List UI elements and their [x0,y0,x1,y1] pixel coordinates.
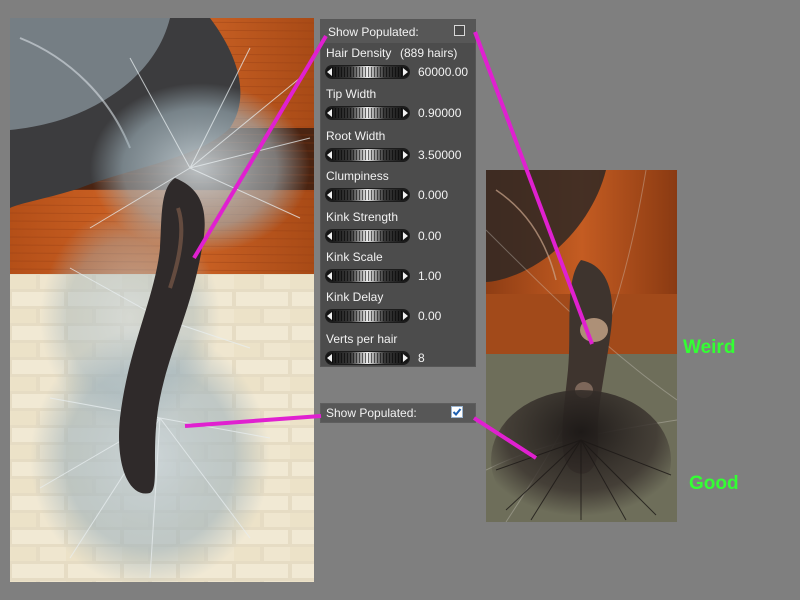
param-label: Clumpiness [326,169,389,183]
render-right-closeup [486,170,677,522]
slider-left-arrow-icon[interactable] [327,68,332,76]
param-verts-per-hair: Verts per hair 8 [320,332,476,370]
param-value[interactable]: 0.90000 [418,106,461,120]
param-label: Kink Scale [326,250,383,264]
param-kink-strength: Kink Strength 0.00 [320,210,476,248]
hair-count: (889 hairs) [400,46,458,60]
slider-right-arrow-icon[interactable] [403,312,408,320]
slider-right-arrow-icon[interactable] [403,354,408,362]
slider-left-arrow-icon[interactable] [327,191,332,199]
param-value[interactable]: 0.00 [418,229,441,243]
param-value[interactable]: 8 [418,351,425,365]
param-kink-scale: Kink Scale 1.00 [320,250,476,288]
param-label: Tip Width [326,87,377,101]
param-label: Hair Density [326,46,392,60]
root-width-slider[interactable] [326,149,409,161]
kink-delay-slider[interactable] [326,310,409,322]
show-populated-row: Show Populated: [320,19,476,43]
param-label: Kink Strength [326,210,399,224]
param-hair-density: Hair Density (889 hairs) 60000.00 [320,46,476,84]
note-weird: Weird [683,337,736,358]
slider-right-arrow-icon[interactable] [403,191,408,199]
kink-scale-slider[interactable] [326,270,409,282]
param-label: Kink Delay [326,290,384,304]
slider-left-arrow-icon[interactable] [327,354,332,362]
show-populated-checkbox-checked[interactable] [451,406,463,418]
param-value[interactable]: 60000.00 [418,65,468,79]
param-label: Verts per hair [326,332,398,346]
slider-right-arrow-icon[interactable] [403,151,408,159]
hair-density-slider[interactable] [326,66,409,78]
verts-per-hair-slider[interactable] [326,352,409,364]
param-value[interactable]: 0.00 [418,309,441,323]
kink-strength-slider[interactable] [326,230,409,242]
render-left-unpopulated [10,18,314,582]
param-tip-width: Tip Width 0.90000 [320,87,476,125]
param-value[interactable]: 3.50000 [418,148,461,162]
param-value[interactable]: 1.00 [418,269,441,283]
param-label: Root Width [326,129,386,143]
slider-left-arrow-icon[interactable] [327,109,332,117]
slider-right-arrow-icon[interactable] [403,68,408,76]
slider-right-arrow-icon[interactable] [403,232,408,240]
show-populated-checkbox[interactable] [454,25,465,36]
slider-right-arrow-icon[interactable] [403,109,408,117]
slider-left-arrow-icon[interactable] [327,312,332,320]
show-populated-label: Show Populated: [328,25,419,39]
param-value[interactable]: 0.000 [418,188,448,202]
show-populated-row-checked: Show Populated: [320,403,476,423]
param-root-width: Root Width 3.50000 [320,129,476,167]
slider-right-arrow-icon[interactable] [403,272,408,280]
checkmark-icon [452,408,462,416]
show-populated-label: Show Populated: [326,406,417,420]
param-kink-delay: Kink Delay 0.00 [320,290,476,328]
param-clumpiness: Clumpiness 0.000 [320,169,476,207]
tip-width-slider[interactable] [326,107,409,119]
clumpiness-slider[interactable] [326,189,409,201]
note-good: Good [689,473,739,494]
slider-left-arrow-icon[interactable] [327,272,332,280]
slider-left-arrow-icon[interactable] [327,232,332,240]
slider-left-arrow-icon[interactable] [327,151,332,159]
hair-settings-panel: Show Populated: Hair Density (889 hairs)… [320,19,476,367]
